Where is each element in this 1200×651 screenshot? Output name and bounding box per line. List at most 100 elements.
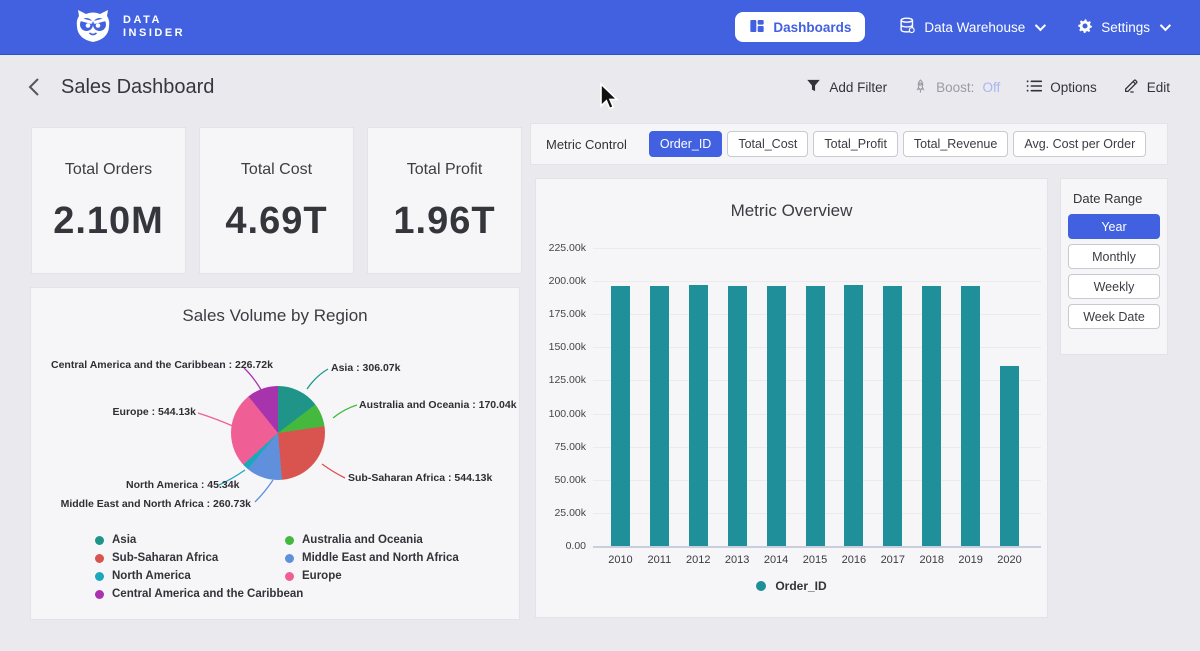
y-axis-tick: 150.00k bbox=[536, 341, 586, 353]
kpi-value: 4.69T bbox=[225, 200, 327, 243]
legend-dot bbox=[756, 581, 766, 591]
boost-state: Off bbox=[982, 80, 1000, 95]
pencil-icon bbox=[1123, 78, 1139, 97]
pie-legend-column-2: Australia and Oceania Middle East and No… bbox=[285, 534, 459, 582]
legend-item-europe[interactable]: Europe bbox=[285, 570, 459, 582]
pie-label-middle-east: Middle East and North Africa : 260.73k bbox=[58, 498, 251, 510]
bar-2020[interactable] bbox=[1000, 366, 1019, 546]
metric-option-total-cost[interactable]: Total_Cost bbox=[727, 131, 808, 157]
add-filter-button[interactable]: Add Filter bbox=[806, 78, 887, 96]
list-options-icon bbox=[1026, 79, 1042, 96]
date-range-buttons: Year Monthly Weekly Week Date bbox=[1061, 214, 1167, 329]
kpi-card-total-cost: Total Cost 4.69T bbox=[199, 127, 354, 274]
settings-menu[interactable]: Settings bbox=[1077, 18, 1168, 37]
x-axis-tick-2014: 2014 bbox=[756, 554, 796, 566]
kpi-card-total-orders: Total Orders 2.10M bbox=[31, 127, 186, 274]
y-axis-tick: 175.00k bbox=[536, 308, 586, 320]
x-axis-line bbox=[593, 546, 1041, 548]
bar-2010[interactable] bbox=[611, 286, 630, 546]
bar-2015[interactable] bbox=[806, 286, 825, 546]
legend-label: Order_ID bbox=[775, 579, 826, 593]
legend-item-central-america[interactable]: Central America and the Caribbean bbox=[95, 588, 303, 600]
kpi-label: Total Profit bbox=[407, 161, 483, 179]
legend-item-middle-east[interactable]: Middle East and North Africa bbox=[285, 552, 459, 564]
pie-label-north-america: North America : 45.34k bbox=[126, 479, 216, 491]
x-axis-tick-2019: 2019 bbox=[951, 554, 991, 566]
metric-option-order-id[interactable]: Order_ID bbox=[649, 131, 722, 157]
header-toolbar: Add Filter Boost: Off bbox=[806, 78, 1170, 97]
date-range-option-monthly[interactable]: Monthly bbox=[1068, 244, 1160, 269]
gear-icon bbox=[1077, 18, 1093, 37]
x-axis-tick-2013: 2013 bbox=[717, 554, 757, 566]
gridline bbox=[593, 248, 1041, 249]
metric-overview-chart-panel: Metric Overview 0.0025.00k50.00k75.00k10… bbox=[535, 178, 1048, 618]
legend-dot bbox=[95, 590, 104, 599]
brand-logo[interactable]: DATA INSIDER bbox=[73, 5, 185, 50]
x-axis-tick-2018: 2018 bbox=[912, 554, 952, 566]
y-axis-tick: 200.00k bbox=[536, 275, 586, 287]
pie-label-sub-saharan-africa: Sub-Saharan Africa : 544.13k bbox=[348, 472, 492, 484]
kpi-label: Total Cost bbox=[241, 161, 312, 179]
date-range-option-week-date[interactable]: Week Date bbox=[1068, 304, 1160, 329]
bar-2017[interactable] bbox=[883, 286, 902, 546]
options-button[interactable]: Options bbox=[1026, 79, 1097, 96]
edit-button[interactable]: Edit bbox=[1123, 78, 1170, 97]
x-axis-tick-2016: 2016 bbox=[834, 554, 874, 566]
x-axis-tick-2012: 2012 bbox=[678, 554, 718, 566]
kpi-value: 2.10M bbox=[53, 200, 164, 243]
legend-dot bbox=[285, 536, 294, 545]
gridline bbox=[593, 281, 1041, 282]
pie-label-asia: Asia : 306.07k bbox=[331, 362, 400, 374]
settings-label: Settings bbox=[1101, 20, 1150, 35]
dashboard-grid-icon bbox=[749, 18, 765, 37]
dashboards-label: Dashboards bbox=[773, 20, 851, 35]
pie-label-central-america: Central America and the Caribbean : 226.… bbox=[51, 359, 243, 371]
x-axis-tick-2020: 2020 bbox=[990, 554, 1030, 566]
y-axis-tick: 50.00k bbox=[536, 474, 586, 486]
legend-dot bbox=[285, 572, 294, 581]
legend-item-sub-saharan-africa[interactable]: Sub-Saharan Africa bbox=[95, 552, 303, 564]
brand-line2: INSIDER bbox=[123, 27, 185, 40]
legend-item-australia-oceania[interactable]: Australia and Oceania bbox=[285, 534, 459, 546]
legend-item-north-america[interactable]: North America bbox=[95, 570, 303, 582]
dashboards-button[interactable]: Dashboards bbox=[735, 12, 865, 42]
chevron-down-icon bbox=[1160, 20, 1171, 31]
bar-chart-legend[interactable]: Order_ID bbox=[536, 579, 1047, 593]
data-warehouse-label: Data Warehouse bbox=[924, 20, 1025, 35]
owl-logo-icon bbox=[73, 5, 113, 50]
bar-2012[interactable] bbox=[689, 285, 708, 546]
metric-option-total-profit[interactable]: Total_Profit bbox=[813, 131, 898, 157]
pie-legend-column-1: Asia Sub-Saharan Africa North America Ce… bbox=[95, 534, 303, 600]
bar-2013[interactable] bbox=[728, 286, 747, 546]
bar-2014[interactable] bbox=[767, 286, 786, 546]
boost-toggle[interactable]: Boost: Off bbox=[913, 78, 1000, 97]
legend-dot bbox=[95, 554, 104, 563]
legend-item-asia[interactable]: Asia bbox=[95, 534, 303, 546]
x-axis-tick-2015: 2015 bbox=[795, 554, 835, 566]
back-button[interactable] bbox=[28, 77, 41, 97]
sales-volume-pie-panel: Sales Volume by Region Central America a… bbox=[30, 287, 520, 620]
legend-dot bbox=[95, 536, 104, 545]
metric-option-avg-cost-per-order[interactable]: Avg. Cost per Order bbox=[1013, 131, 1146, 157]
date-range-option-year[interactable]: Year bbox=[1068, 214, 1160, 239]
app-root: DATA INSIDER Dashboards bbox=[0, 0, 1200, 651]
date-range-label: Date Range bbox=[1073, 191, 1167, 206]
metric-option-total-revenue[interactable]: Total_Revenue bbox=[903, 131, 1008, 157]
legend-dot bbox=[285, 554, 294, 563]
bar-2018[interactable] bbox=[922, 286, 941, 546]
pie-label-australia-oceania: Australia and Oceania : 170.04k bbox=[359, 399, 517, 411]
kpi-label: Total Orders bbox=[65, 161, 152, 179]
y-axis-tick: 100.00k bbox=[536, 408, 586, 420]
date-range-option-weekly[interactable]: Weekly bbox=[1068, 274, 1160, 299]
bar-2011[interactable] bbox=[650, 286, 669, 546]
metric-buttons: Order_IDTotal_CostTotal_ProfitTotal_Reve… bbox=[649, 131, 1146, 157]
chart-title: Metric Overview bbox=[536, 201, 1047, 221]
page-title: Sales Dashboard bbox=[61, 76, 214, 99]
bar-2019[interactable] bbox=[961, 286, 980, 546]
top-navbar: DATA INSIDER Dashboards bbox=[0, 0, 1200, 55]
database-icon bbox=[899, 17, 916, 37]
y-axis-tick: 225.00k bbox=[536, 242, 586, 254]
bar-2016[interactable] bbox=[844, 285, 863, 546]
y-axis-tick: 75.00k bbox=[536, 441, 586, 453]
data-warehouse-menu[interactable]: Data Warehouse bbox=[899, 17, 1043, 37]
